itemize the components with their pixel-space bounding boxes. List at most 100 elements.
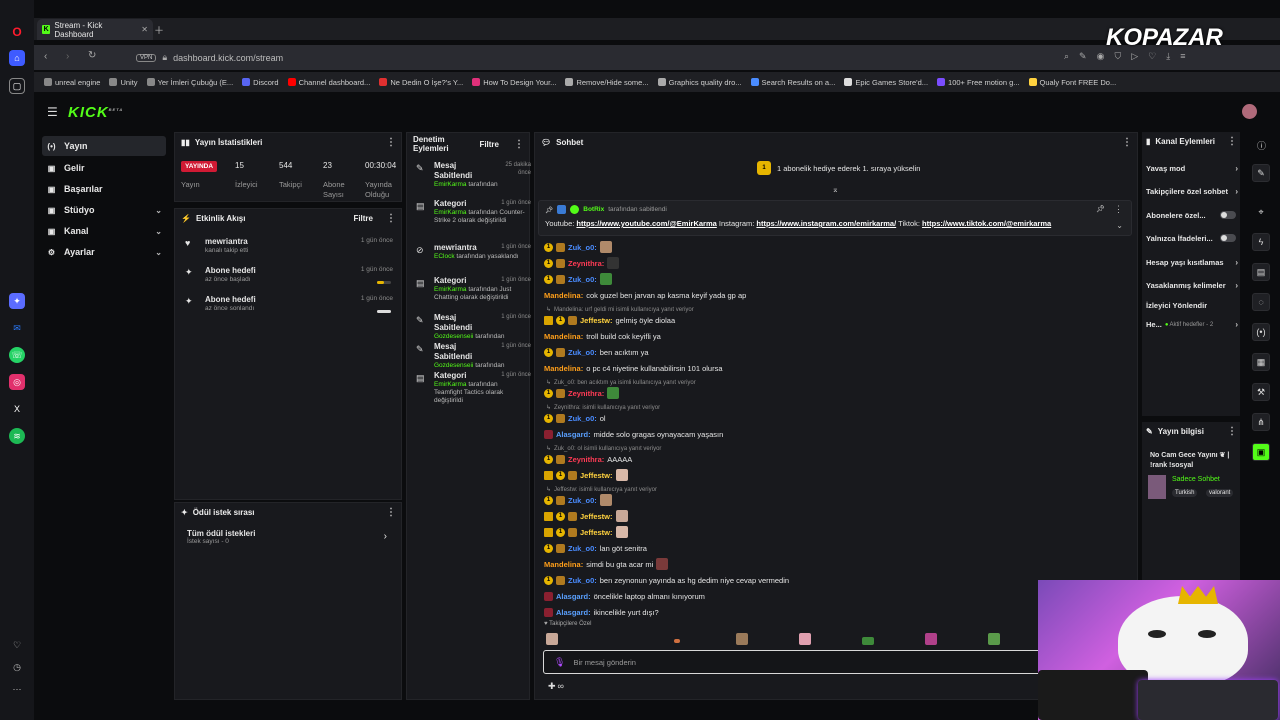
more-icon[interactable]: ⋮ (1114, 204, 1123, 215)
reload-icon[interactable]: ↻ (88, 50, 96, 61)
chat-input[interactable]: 🎙︎ Bir mesaj gönderin (543, 650, 1043, 674)
emote[interactable] (736, 633, 748, 645)
chat-username[interactable]: Mandelina: (544, 364, 583, 373)
bookmark-item[interactable]: Epic Games Store'd... (844, 78, 928, 87)
broadcast-tool-icon[interactable]: (•) (1252, 323, 1270, 341)
channel-action-item[interactable]: Takipçilere özel sohbet › (1146, 185, 1238, 197)
scan-tool-icon[interactable]: ⌖ (1252, 203, 1270, 221)
unpin-icon[interactable]: 📌︎ (1096, 205, 1105, 213)
x-twitter-icon[interactable]: X (9, 401, 25, 417)
chat-message[interactable]: Alasgard: öncelikle laptop almanı kınıyor… (544, 589, 705, 603)
chat-username[interactable]: Mandelina: (544, 332, 583, 341)
tiktok-link[interactable]: https://www.tiktok.com/@emirkarma (922, 219, 1051, 228)
bookmark-item[interactable]: Channel dashboard... (287, 78, 370, 87)
menu-icon[interactable]: ≡ (1180, 51, 1185, 62)
more-icon[interactable]: ⋮ (1227, 136, 1237, 147)
chat-message[interactable]: Alasgard: midde solo gragas oynayacam yaş… (544, 427, 723, 441)
bookmark-item[interactable]: 100+ Free motion g... (937, 78, 1020, 87)
list-tool-icon[interactable]: ▦ (1252, 353, 1270, 371)
chat-emote[interactable] (599, 494, 612, 506)
chat-emote[interactable] (599, 273, 612, 285)
browser-tab[interactable]: K Stream - Kick Dashboard ✕ (37, 19, 153, 40)
bookmark-item[interactable]: unreal engine (44, 78, 100, 87)
heart-icon[interactable]: ♡ (1148, 51, 1156, 62)
nav-item-4[interactable]: ▣ Kanal ⌄ (42, 221, 166, 241)
extension-icon[interactable]: ✎ (1079, 51, 1087, 62)
more-icon[interactable]: ⋮ (1227, 426, 1237, 437)
chat-message[interactable]: Mandelina: troll build cok keyifli ya (544, 329, 661, 343)
aria-icon[interactable]: ✦ (9, 293, 25, 309)
chat-message[interactable]: 1 Zuk_o0: lan göt senitra (544, 541, 647, 555)
vpn-badge[interactable]: VPN (136, 53, 157, 62)
chat-username[interactable]: Zuk_o0: (568, 243, 597, 252)
instagram-icon[interactable]: ◎ (9, 374, 25, 390)
bookmark-item[interactable]: Search Results on a... (750, 78, 835, 87)
youtube-link[interactable]: https://www.youtube.com/@EmirKarma (576, 219, 716, 228)
heart-icon[interactable]: ♡ (9, 637, 25, 653)
spotify-icon[interactable]: ≋ (9, 428, 25, 444)
home-icon[interactable]: ⌂ (9, 50, 25, 66)
bookmark-item[interactable]: Discord (242, 78, 279, 87)
channel-action-item[interactable]: Yasaklanmış kelimeler › (1146, 279, 1238, 291)
emote[interactable] (862, 637, 874, 645)
tag[interactable]: valorant (1206, 489, 1234, 497)
nav-item-3[interactable]: ▣ Stüdyo ⌄ (42, 200, 166, 220)
speed-dial-icon[interactable]: ▢ (9, 78, 25, 94)
wrench-tool-icon[interactable]: ⚒ (1252, 383, 1270, 401)
chat-message[interactable]: 1 Zuk_o0: ol (544, 411, 606, 425)
moderation-item[interactable]: ✎ Mesaj Sabitlendi 25 dakika önce EmirKarma… (413, 161, 531, 195)
moderation-item[interactable]: ▤ Kategori 1 gün önce EmirKarma tarafından … (413, 199, 531, 233)
shield-icon[interactable]: ⛉ (1114, 51, 1121, 62)
chat-username[interactable]: Mandelina: (544, 291, 583, 300)
chat-username[interactable]: Zuk_o0: (568, 576, 597, 585)
emote[interactable] (799, 633, 811, 645)
share-tool-icon[interactable]: ⋔ (1252, 413, 1270, 431)
doc-tool-icon[interactable]: ▤ (1252, 263, 1270, 281)
chat-username[interactable]: Alasgard: (556, 608, 591, 617)
bookmark-item[interactable]: How To Design Your... (472, 78, 556, 87)
chat-emote[interactable] (607, 257, 620, 269)
chat-message[interactable]: 1 Zeynithra: (544, 256, 620, 270)
chat-username[interactable]: Zuk_o0: (568, 544, 597, 553)
bookmark-item[interactable]: Ne Dedin O İşe?'s Y... (379, 78, 463, 87)
bookmark-item[interactable]: Remove/Hide some... (565, 78, 649, 87)
chat-emote[interactable] (599, 241, 612, 253)
chat-message[interactable]: Mandelina: o pc c4 niyetine kullanabilirs… (544, 361, 723, 375)
chat-username[interactable]: Zeynithra: (568, 389, 604, 398)
more-icon[interactable]: ⋮ (386, 213, 396, 224)
toggle-switch[interactable] (1220, 211, 1236, 219)
activity-item[interactable]: ♥ mewriantra kanalı takip etti 1 gün önce (181, 237, 399, 263)
info-icon[interactable]: ⓘ (1257, 139, 1266, 152)
chevron-down-icon[interactable]: ⌄ (1116, 221, 1123, 230)
close-tab-icon[interactable]: ✕ (141, 25, 148, 34)
activity-item[interactable]: ✦ Abone hedefi az önce başladı 1 gün önce (181, 266, 399, 292)
emote-row[interactable] (544, 633, 1044, 647)
chat-username[interactable]: Jeffestw: (580, 512, 613, 521)
chat-message[interactable]: 1 Zuk_o0: (544, 272, 612, 286)
chat-username[interactable]: Zuk_o0: (568, 414, 597, 423)
filter-button[interactable]: Filtre (479, 140, 499, 149)
chat-message[interactable]: Mandelina: cok guzel ben jarvan ap kasma … (544, 288, 746, 302)
emote-picker-icon[interactable]: ✚ (548, 681, 556, 692)
new-tab-icon[interactable]: ＋ (154, 22, 164, 37)
more-icon[interactable]: ⋮ (514, 139, 524, 150)
download-icon[interactable]: ⤓ (1166, 51, 1170, 62)
chat-message[interactable]: 1 Zuk_o0: (544, 240, 612, 254)
channel-action-item[interactable]: Yalnızca İfadeleri... (1146, 232, 1238, 244)
activity-item[interactable]: ✦ Abone hedefi az önce sonlandı 1 gün önce (181, 295, 399, 321)
mic-icon[interactable]: 🎙︎ (554, 657, 565, 668)
infinity-icon[interactable]: ∞ (558, 681, 564, 692)
avatar[interactable] (1242, 104, 1257, 119)
moderation-item[interactable]: ⊘ mewriantra 1 gün önce EClock tarafından y… (413, 243, 531, 277)
chat-username[interactable]: Zeynithra: (568, 455, 604, 464)
chat-username[interactable]: Mandelina: (544, 560, 583, 569)
camera-icon[interactable]: ◉ (1097, 51, 1105, 62)
chat-message[interactable]: 1 Zeynithra: AAAAA (544, 452, 632, 466)
collapse-icon[interactable]: ⌅ (832, 185, 839, 194)
chat-message[interactable]: Alasgard: ikincelikle yurt dışı? (544, 605, 659, 619)
hamburger-menu-icon[interactable]: ☰ (47, 105, 58, 119)
chat-username[interactable]: Jeffestw: (580, 471, 613, 480)
chat-emote[interactable] (615, 526, 628, 538)
bookmark-item[interactable]: Yer İmleri Çubuğu (E... (146, 78, 233, 87)
whatsapp-icon[interactable]: ☏ (9, 347, 25, 363)
